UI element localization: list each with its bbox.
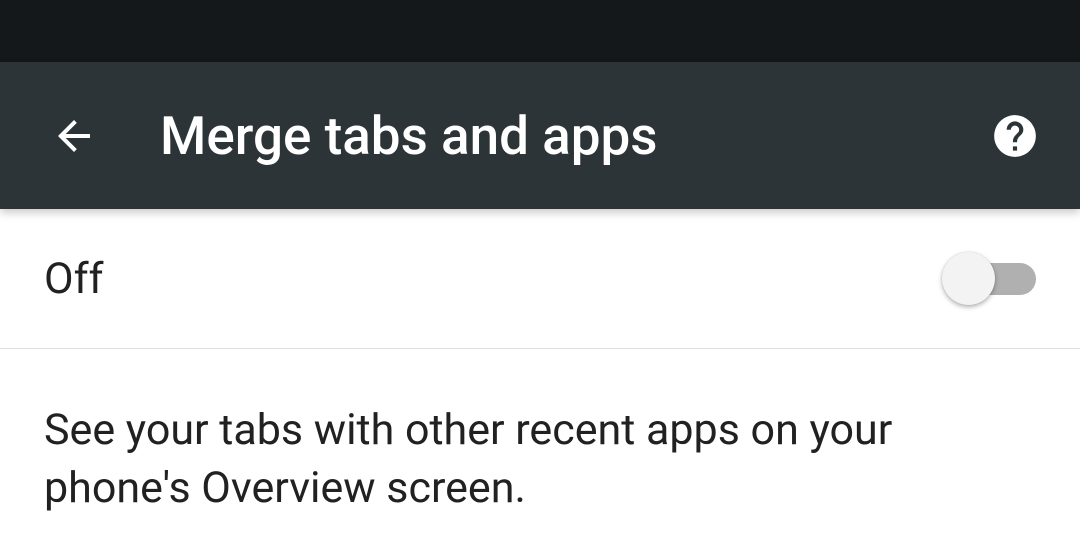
- toggle-label: Off: [44, 254, 946, 304]
- switch-thumb: [942, 252, 995, 305]
- app-bar: Merge tabs and apps: [0, 62, 1080, 209]
- status-bar: [0, 0, 1080, 62]
- setting-description: See your tabs with other recent apps on …: [0, 349, 1080, 517]
- merge-tabs-toggle[interactable]: [946, 251, 1036, 307]
- back-button[interactable]: [50, 112, 98, 160]
- help-icon: [990, 111, 1040, 161]
- arrow-back-icon: [50, 112, 98, 160]
- help-button[interactable]: [990, 111, 1040, 161]
- toggle-row[interactable]: Off: [0, 209, 1080, 349]
- page-title: Merge tabs and apps: [160, 105, 990, 167]
